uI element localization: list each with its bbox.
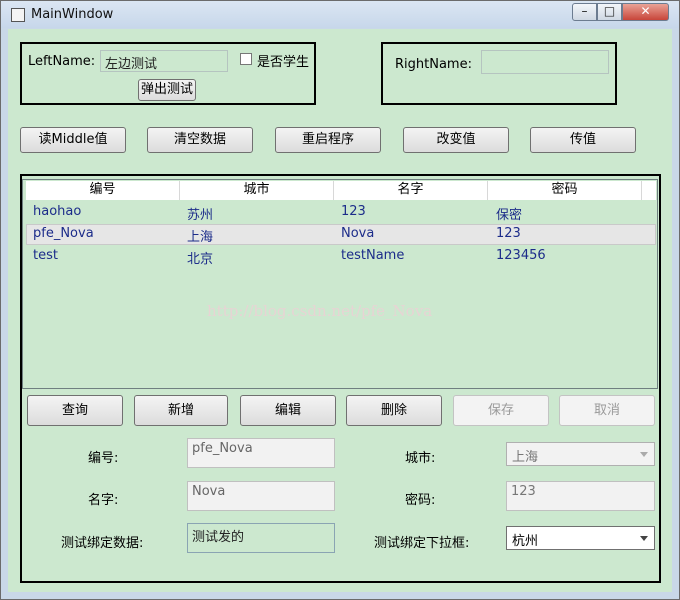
student-checkbox[interactable]: [240, 53, 252, 65]
column-header-password[interactable]: 密码: [488, 181, 642, 200]
bind-combobox-value: 杭州: [512, 534, 539, 549]
left-panel: LeftName: 左边测试 是否学生 弹出测试: [20, 42, 316, 105]
clear-data-button[interactable]: 清空数据: [147, 127, 253, 153]
column-header-name[interactable]: 名字: [334, 181, 488, 200]
password-field[interactable]: 123: [506, 481, 655, 511]
cell-id: pfe_Nova: [33, 226, 94, 241]
right-panel: RightName:: [381, 42, 617, 105]
cell-password: 保密: [496, 208, 523, 223]
window-title: MainWindow: [31, 7, 114, 22]
cell-city: 上海: [187, 230, 214, 245]
maximize-button[interactable]: □: [597, 3, 622, 21]
cell-name: testName: [341, 248, 405, 263]
chevron-down-icon: [640, 452, 648, 457]
table-row[interactable]: test 北京 testName 123456: [26, 246, 656, 267]
delete-button[interactable]: 删除: [346, 395, 442, 426]
chevron-down-icon: [640, 536, 648, 541]
cancel-button[interactable]: 取消: [559, 395, 655, 426]
table-row-selected[interactable]: pfe_Nova 上海 Nova 123: [26, 224, 656, 245]
add-button[interactable]: 新增: [134, 395, 228, 426]
bind-data-label: 测试绑定数据:: [61, 536, 144, 551]
client-area: LeftName: 左边测试 是否学生 弹出测试 RightName: 读Mid…: [8, 29, 672, 592]
password-label: 密码:: [405, 493, 436, 508]
bind-combo-label: 测试绑定下拉框:: [374, 536, 470, 551]
save-button[interactable]: 保存: [453, 395, 549, 426]
grid-header: 编号 城市 名字 密码: [26, 181, 656, 200]
column-header-city[interactable]: 城市: [180, 181, 334, 200]
change-value-button[interactable]: 改变值: [403, 127, 509, 153]
name-label: 名字:: [88, 493, 119, 508]
id-label: 编号:: [88, 451, 119, 466]
column-header-id[interactable]: 编号: [26, 181, 180, 200]
bind-combobox[interactable]: 杭州: [506, 526, 655, 550]
left-name-label: LeftName:: [28, 54, 96, 69]
city-combobox-value: 上海: [512, 450, 539, 465]
name-field[interactable]: Nova: [187, 481, 335, 511]
left-name-input[interactable]: 左边测试: [100, 50, 228, 72]
read-middle-button[interactable]: 读Middle值: [20, 127, 126, 153]
restart-button[interactable]: 重启程序: [275, 127, 381, 153]
cell-city: 苏州: [187, 208, 214, 223]
city-label: 城市:: [405, 451, 436, 466]
id-field[interactable]: pfe_Nova: [187, 438, 335, 468]
title-bar[interactable]: MainWindow – □ ✕: [1, 1, 679, 28]
cell-password: 123456: [496, 248, 546, 263]
pass-value-button[interactable]: 传值: [530, 127, 636, 153]
table-row[interactable]: haohao 苏州 123 保密: [26, 202, 656, 223]
cell-name: 123: [341, 204, 366, 219]
cell-city: 北京: [187, 252, 214, 267]
app-icon: [11, 8, 25, 22]
cell-id: test: [33, 248, 58, 263]
right-name-input[interactable]: [481, 50, 609, 74]
popup-test-button[interactable]: 弹出测试: [138, 79, 196, 101]
minimize-button[interactable]: –: [572, 3, 597, 21]
data-grid[interactable]: 编号 城市 名字 密码 haohao 苏州 123 保密 pfe_Nova 上海…: [22, 179, 658, 389]
cell-name: Nova: [341, 226, 375, 241]
city-combobox[interactable]: 上海: [506, 442, 655, 466]
close-button[interactable]: ✕: [622, 3, 669, 21]
query-button[interactable]: 查询: [27, 395, 123, 426]
right-name-label: RightName:: [395, 57, 472, 72]
student-checkbox-label: 是否学生: [257, 55, 310, 70]
cell-password: 123: [496, 226, 521, 241]
main-window: MainWindow – □ ✕ LeftName: 左边测试 是否学生 弹出测…: [0, 0, 680, 600]
cell-id: haohao: [33, 204, 82, 219]
watermark: http://blog.csdn.net/pfe_Nova: [207, 302, 433, 320]
bind-data-field[interactable]: 测试发的: [187, 523, 335, 553]
edit-button[interactable]: 编辑: [240, 395, 336, 426]
